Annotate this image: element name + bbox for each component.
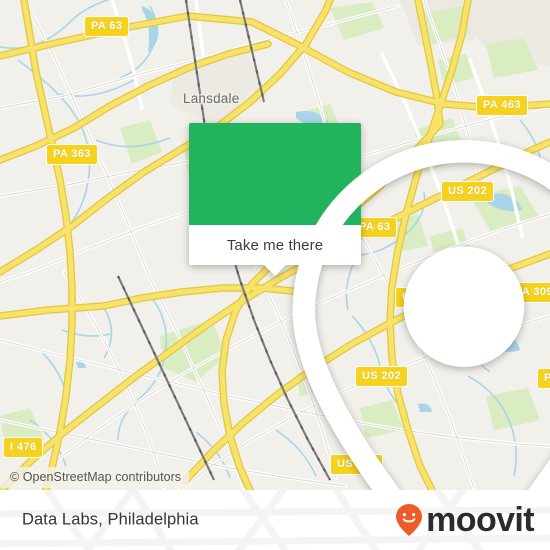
popup-pin-area: [189, 123, 550, 490]
location-popup-card[interactable]: Take me there: [189, 123, 550, 490]
road-shield-pa-463: PA 463: [476, 95, 528, 116]
road-shield-pa-363: PA 363: [46, 144, 98, 165]
moovit-brand-logo[interactable]: moovit: [394, 501, 535, 539]
map-canvas[interactable]: Lansdale PA 63 PA 463 PA 363 US 202 PA 6…: [0, 0, 550, 490]
place-label-lansdale: Lansdale: [183, 91, 240, 106]
map-pin-icon: [292, 139, 550, 490]
popup-action-bar[interactable]: Take me there: [189, 225, 361, 276]
popup-tail: [264, 265, 286, 276]
page-title: Data Labs, Philadelphia: [22, 510, 199, 529]
popup-action-label: Take me there: [226, 236, 324, 254]
road-shield-pa-63-north: PA 63: [84, 16, 130, 37]
footer-bar: Data Labs, Philadelphia moovit: [0, 490, 550, 550]
road-shield-i-476: I 476: [3, 437, 44, 458]
moovit-wordmark: moovit: [426, 501, 534, 539]
moovit-smiley-pin-icon: [396, 504, 423, 536]
map-attribution[interactable]: © OpenStreetMap contributors: [0, 467, 190, 488]
moovit-map-screenshot: Lansdale PA 63 PA 463 PA 363 US 202 PA 6…: [0, 0, 550, 550]
